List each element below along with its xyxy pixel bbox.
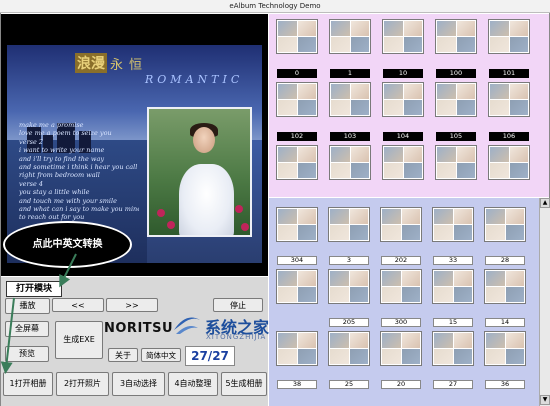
photo-thumbnail[interactable] bbox=[436, 146, 476, 179]
photo-thumbnail[interactable] bbox=[489, 83, 529, 116]
photo-thumbnail[interactable] bbox=[485, 270, 525, 303]
photo-thumbnail[interactable] bbox=[277, 20, 317, 53]
photo-thumbnail[interactable] bbox=[277, 146, 317, 179]
poem-line: make me a promise bbox=[19, 121, 84, 129]
thumbnail-caption: 15 bbox=[433, 318, 473, 327]
thumbnail-panel-top[interactable]: 0 1 10 100 101 102 103 104 105 106 bbox=[269, 14, 549, 197]
rose-flower bbox=[157, 209, 165, 217]
vertical-scrollbar[interactable]: ▲ ▼ bbox=[539, 198, 550, 406]
thumbnail-caption: 3 bbox=[329, 256, 369, 265]
photo-thumbnail[interactable] bbox=[383, 146, 423, 179]
poem-line: and what can i say to make you mine bbox=[19, 205, 139, 214]
callout-arrows bbox=[0, 253, 77, 374]
poem-text: make me a promise love me a poem to seiz… bbox=[19, 121, 139, 222]
photo-thumbnail[interactable] bbox=[485, 332, 525, 365]
photo-thumbnail[interactable] bbox=[433, 208, 473, 241]
thumbnail-caption: 38 bbox=[277, 380, 317, 389]
rose-flower bbox=[241, 223, 249, 231]
thumbnail-caption: 28 bbox=[485, 256, 525, 265]
thumbnail-caption: 101 bbox=[489, 69, 529, 78]
rose-flower bbox=[167, 221, 175, 229]
bride-dress bbox=[179, 164, 234, 235]
thumbnail-caption: 10 bbox=[383, 69, 423, 78]
thumbnail-caption: 202 bbox=[381, 256, 421, 265]
thumbnail-caption: 27 bbox=[433, 380, 473, 389]
poem-line: you stay a little while bbox=[19, 188, 90, 197]
photo-thumbnail[interactable] bbox=[381, 208, 421, 241]
photo-thumbnail[interactable] bbox=[436, 83, 476, 116]
photo-thumbnail[interactable] bbox=[330, 20, 370, 53]
photo-thumbnail[interactable] bbox=[383, 20, 423, 53]
thumbnail-caption: 304 bbox=[277, 256, 317, 265]
poem-line: verse 4 bbox=[19, 179, 44, 188]
photo-thumbnail[interactable] bbox=[381, 332, 421, 365]
thumbnail-caption: 25 bbox=[329, 380, 369, 389]
thumbnail-caption: 36 bbox=[485, 380, 525, 389]
arrow-to-open-album bbox=[0, 297, 15, 374]
thumbnail-caption: 1 bbox=[330, 69, 370, 78]
poem-line: love me a poem to seize you bbox=[19, 129, 112, 138]
photo-counter: 27/27 bbox=[185, 346, 235, 366]
poem-line: and i'll try to find the way bbox=[19, 154, 104, 163]
window-title: eAlbum Technology Demo bbox=[229, 2, 321, 10]
photo-thumbnail[interactable] bbox=[489, 146, 529, 179]
rose-flower bbox=[235, 205, 243, 213]
poem-line: i want to write your name bbox=[19, 146, 105, 155]
photo-thumbnail[interactable] bbox=[277, 270, 317, 303]
thumbnail-caption: 20 bbox=[381, 380, 421, 389]
thumbnail-caption: 300 bbox=[381, 318, 421, 327]
photo-thumbnail[interactable] bbox=[433, 332, 473, 365]
album-subtitle: ROMANTIC bbox=[145, 73, 244, 86]
watermark-subtext: XITONGZHIJIA bbox=[206, 333, 267, 341]
scroll-up-arrow-icon[interactable]: ▲ bbox=[540, 198, 550, 208]
album-title-part1: 浪漫 bbox=[75, 53, 107, 73]
watermark-logo-icon bbox=[174, 317, 200, 334]
step-auto-arrange-button[interactable]: 4自动整理 bbox=[168, 372, 218, 396]
poem-line: and sometime i think i hear you call bbox=[19, 163, 138, 172]
photo-thumbnail[interactable] bbox=[383, 83, 423, 116]
photo-thumbnail[interactable] bbox=[330, 146, 370, 179]
thumbnail-caption: 102 bbox=[277, 132, 317, 141]
photo-thumbnail[interactable] bbox=[277, 332, 317, 365]
simplified-chinese-button[interactable]: 简体中文 bbox=[141, 348, 181, 362]
thumbnail-caption: 106 bbox=[489, 132, 529, 141]
thumbnail-caption: 105 bbox=[436, 132, 476, 141]
about-button[interactable]: 关于 bbox=[108, 348, 138, 362]
photo-thumbnail[interactable] bbox=[329, 332, 369, 365]
poem-line: right from bedroom wall bbox=[19, 171, 100, 180]
photo-thumbnail[interactable] bbox=[277, 83, 317, 116]
photo-thumbnail[interactable] bbox=[330, 83, 370, 116]
thumbnail-caption: 104 bbox=[383, 132, 423, 141]
step-auto-select-button[interactable]: 3自动选择 bbox=[112, 372, 165, 396]
thumbnail-caption: 33 bbox=[433, 256, 473, 265]
photo-thumbnail[interactable] bbox=[277, 208, 317, 241]
photo-thumbnail[interactable] bbox=[329, 208, 369, 241]
photo-thumbnail[interactable] bbox=[489, 20, 529, 53]
album-title-part2: 永恒 bbox=[110, 58, 149, 73]
thumbnail-caption: 205 bbox=[329, 318, 369, 327]
thumbnail-caption: 14 bbox=[485, 318, 525, 327]
step-generate-album-button[interactable]: 5生成相册 bbox=[221, 372, 267, 396]
photo-thumbnail[interactable] bbox=[485, 208, 525, 241]
bride-photo bbox=[147, 107, 252, 237]
poem-line: verse 2 bbox=[19, 137, 44, 146]
thumbnail-caption: 100 bbox=[436, 69, 476, 78]
scroll-down-arrow-icon[interactable]: ▼ bbox=[540, 395, 550, 405]
arrow-to-open-template bbox=[59, 253, 77, 288]
stop-button[interactable]: 停止 bbox=[213, 298, 263, 312]
photo-thumbnail[interactable] bbox=[381, 270, 421, 303]
thumbnail-caption: 103 bbox=[330, 132, 370, 141]
photo-thumbnail[interactable] bbox=[433, 270, 473, 303]
photo-thumbnail[interactable] bbox=[436, 20, 476, 53]
thumbnail-caption: 0 bbox=[277, 69, 317, 78]
bride-face bbox=[193, 127, 215, 153]
brand-label: NORITSU bbox=[104, 321, 174, 336]
thumbnail-panel-bottom[interactable]: 304 3 202 33 28 205 300 15 14 38 25 20 27 36 bbox=[269, 198, 539, 406]
poem-line: and touch me with your smile bbox=[19, 196, 117, 205]
next-button[interactable]: >> bbox=[106, 298, 158, 312]
window-title-bar: eAlbum Technology Demo bbox=[0, 0, 550, 13]
photo-thumbnail[interactable] bbox=[329, 270, 369, 303]
